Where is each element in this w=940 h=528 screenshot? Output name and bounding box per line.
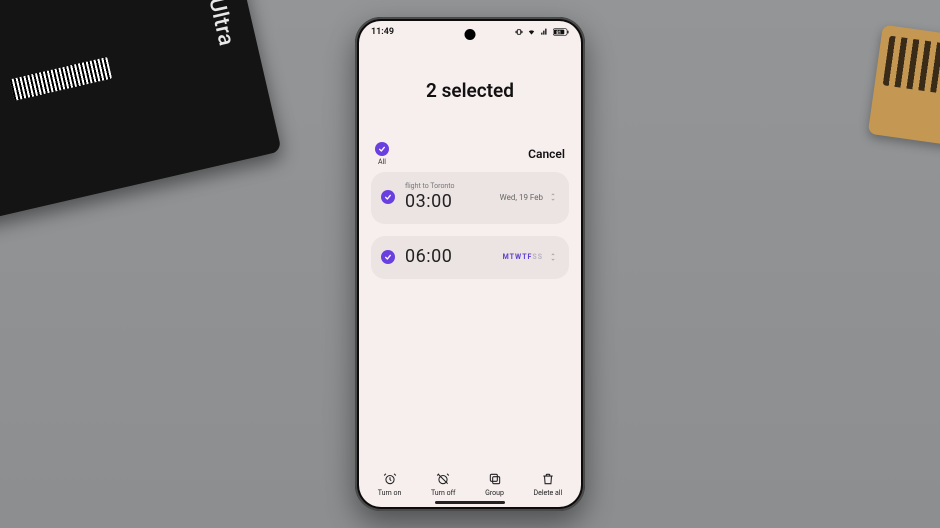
turn-off-label: Turn off xyxy=(431,489,456,497)
alarm-meta: MTWTFSS xyxy=(503,252,557,262)
turn-on-label: Turn on xyxy=(378,489,402,497)
alarm-meta: Wed, 19 Feb xyxy=(500,192,557,202)
product-box-label: Galaxy S25 Ultra xyxy=(176,0,239,49)
turn-off-button[interactable]: Turn off xyxy=(431,472,456,497)
select-all-label: All xyxy=(378,158,386,166)
battery-icon: 81 xyxy=(553,28,569,36)
camera-punchhole xyxy=(465,29,476,40)
expand-icon[interactable] xyxy=(549,252,557,262)
alarm-date: Wed, 19 Feb xyxy=(500,193,543,202)
select-row: All Cancel xyxy=(359,142,581,172)
check-icon[interactable] xyxy=(381,190,395,204)
alarm-time: 03:00 xyxy=(405,191,490,212)
page-title: 2 selected xyxy=(359,79,581,102)
expand-icon[interactable] xyxy=(549,192,557,202)
check-icon[interactable] xyxy=(381,250,395,264)
wifi-icon xyxy=(527,28,536,36)
select-all-button[interactable]: All xyxy=(375,142,389,166)
vibrate-icon xyxy=(515,28,523,36)
phone-screen: 11:49 81 2 selected All Cancel xyxy=(359,21,581,507)
selection-header: 2 selected xyxy=(359,37,581,142)
delete-all-button[interactable]: Delete all xyxy=(534,472,563,497)
turn-on-button[interactable]: Turn on xyxy=(378,472,402,497)
alarm-time: 06:00 xyxy=(405,246,493,267)
alarm-body: flight to Toronto03:00 xyxy=(405,182,490,212)
product-box: Galaxy S25 Ultra xyxy=(0,0,282,223)
alarm-on-icon xyxy=(383,472,397,486)
delete-all-label: Delete all xyxy=(534,489,563,497)
alarm-label: flight to Toronto xyxy=(405,182,490,190)
group-button[interactable]: Group xyxy=(485,472,504,497)
wood-prop xyxy=(868,25,940,146)
alarm-body: 06:00 xyxy=(405,246,493,267)
alarm-card[interactable]: flight to Toronto03:00 Wed, 19 Feb xyxy=(371,172,569,224)
status-time: 11:49 xyxy=(371,27,394,37)
svg-text:81: 81 xyxy=(556,31,561,36)
group-label: Group xyxy=(485,489,504,497)
signal-icon xyxy=(540,28,549,36)
cancel-button[interactable]: Cancel xyxy=(528,147,565,161)
alarm-card[interactable]: 06:00 MTWTFSS xyxy=(371,236,569,279)
group-icon xyxy=(488,472,502,486)
alarm-list: flight to Toronto03:00 Wed, 19 Feb 06:00 MT… xyxy=(359,172,581,279)
scene: Galaxy S25 Ultra 11:49 81 2 selected xyxy=(0,0,940,528)
check-icon xyxy=(375,142,389,156)
status-icons: 81 xyxy=(515,28,569,36)
phone-frame: 11:49 81 2 selected All Cancel xyxy=(355,17,585,511)
trash-icon xyxy=(541,472,555,486)
barcode-strip xyxy=(10,57,112,101)
gesture-bar[interactable] xyxy=(435,501,505,504)
alarm-off-icon xyxy=(436,472,450,486)
alarm-days: MTWTFSS xyxy=(503,253,543,261)
